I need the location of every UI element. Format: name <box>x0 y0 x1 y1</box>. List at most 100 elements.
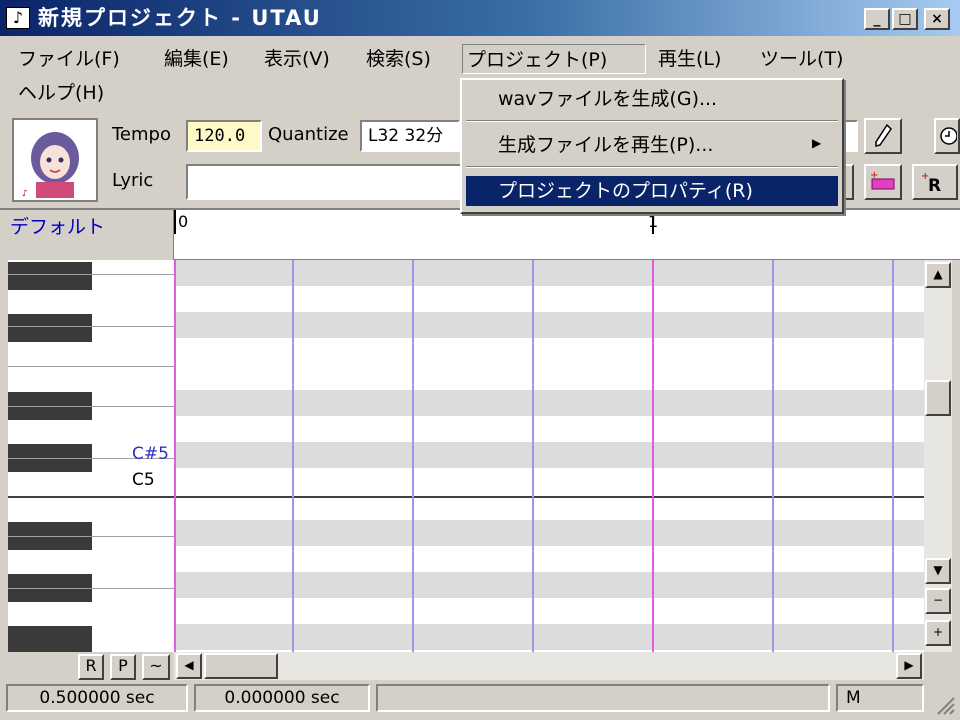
resize-grip-lines <box>937 697 955 715</box>
beat-line <box>412 260 414 652</box>
beat-line <box>892 260 894 652</box>
grid-row[interactable] <box>174 520 924 546</box>
black-key[interactable] <box>8 314 92 342</box>
grid-row[interactable] <box>174 338 924 364</box>
horizontal-scroll-thumb[interactable] <box>204 653 278 679</box>
zoom-out-vertical-button[interactable]: − <box>925 588 951 614</box>
grid-row[interactable] <box>174 364 924 390</box>
grid-row[interactable] <box>174 468 924 494</box>
quantize-label: Quantize <box>268 124 349 145</box>
ruler-mark-0: 0 <box>178 212 189 231</box>
lyric-input[interactable] <box>186 164 462 200</box>
voicebank-avatar[interactable]: ♪ <box>12 118 98 202</box>
key-divider <box>8 536 174 537</box>
window-title: 新規プロジェクト - UTAU <box>38 6 322 30</box>
menu-item-project-properties[interactable]: プロジェクトのプロパティ(R) <box>466 176 838 206</box>
ruler-mark-1: 1 <box>648 212 659 231</box>
pencil-icon <box>875 123 892 147</box>
grid-row[interactable] <box>174 286 924 312</box>
menu-file[interactable]: ファイル(F) <box>14 44 124 74</box>
character-portrait-icon: ♪ <box>22 132 79 199</box>
scroll-down-button[interactable]: ▼ <box>925 558 951 584</box>
grid-row[interactable] <box>174 572 924 598</box>
grid-row[interactable] <box>174 390 924 416</box>
vertical-scroll-thumb[interactable] <box>925 380 951 416</box>
key-divider <box>8 588 174 589</box>
minimize-button[interactable]: _ <box>864 8 890 30</box>
black-key[interactable] <box>8 262 92 290</box>
black-key[interactable] <box>8 626 92 652</box>
menu-separator <box>466 120 838 122</box>
menu-tools[interactable]: ツール(T) <box>756 44 847 74</box>
resize-grip-icon[interactable] <box>930 690 956 716</box>
octave-divider <box>8 496 174 498</box>
key-divider <box>8 326 174 327</box>
grid-row[interactable] <box>174 416 924 442</box>
menu-help[interactable]: ヘルプ(H) <box>14 78 108 108</box>
svg-text:R: R <box>928 176 941 195</box>
tempo-label: Tempo <box>112 124 171 145</box>
menu-separator <box>466 166 838 168</box>
beat-line <box>532 260 534 652</box>
menu-view[interactable]: 表示(V) <box>260 44 334 74</box>
bar-line <box>174 260 176 652</box>
menu-play[interactable]: 再生(L) <box>654 44 725 74</box>
scroll-right-button[interactable]: ▶ <box>896 653 922 679</box>
add-note-button[interactable]: + <box>864 164 902 200</box>
key-label-csharp5: C#5 <box>132 444 169 464</box>
add-rest-icon: + R <box>921 171 941 196</box>
grid-row[interactable] <box>174 260 924 286</box>
beat-line <box>772 260 774 652</box>
status-mode: M <box>836 684 924 712</box>
status-message <box>376 684 830 712</box>
grid-row[interactable] <box>174 546 924 572</box>
clock-icon <box>940 127 958 145</box>
key-divider <box>8 366 174 367</box>
grid-row[interactable] <box>174 312 924 338</box>
pencil-tool-button[interactable] <box>864 118 902 154</box>
horizontal-scrollbar[interactable]: ◀ ▶ <box>174 652 924 680</box>
menu-item-generate-wav[interactable]: wavファイルを生成(G)... <box>466 84 838 114</box>
clock-tool-button[interactable] <box>934 118 960 154</box>
arrow-right-icon: ▶ <box>812 136 822 150</box>
status-length: 0.500000 sec <box>6 684 188 712</box>
zoom-in-vertical-button[interactable]: + <box>925 620 951 646</box>
tab-p[interactable]: P <box>110 654 136 680</box>
svg-text:+: + <box>870 170 878 181</box>
vertical-scrollbar[interactable]: ▲ ▼ − + <box>924 260 952 652</box>
status-position: 0.000000 sec <box>194 684 370 712</box>
svg-text:♪: ♪ <box>22 189 28 199</box>
key-label-c5: C5 <box>132 470 155 490</box>
piano-keyboard[interactable]: C#5 C5 <box>8 260 174 652</box>
tempo-input[interactable]: 120.0 <box>186 120 262 152</box>
note-grid[interactable] <box>174 260 924 652</box>
grid-row[interactable] <box>174 624 924 650</box>
close-button[interactable]: × <box>924 8 950 30</box>
grid-row[interactable] <box>174 598 924 624</box>
project-menu-dropdown: wavファイルを生成(G)... 生成ファイルを再生(P)... ▶ プロジェク… <box>460 78 844 214</box>
beat-line <box>292 260 294 652</box>
menu-item-play-generated[interactable]: 生成ファイルを再生(P)... <box>466 130 838 160</box>
octave-line <box>174 496 924 498</box>
grid-row[interactable] <box>174 442 924 468</box>
quantize-select[interactable]: L32 32分 <box>360 120 460 152</box>
menu-edit[interactable]: 編集(E) <box>160 44 233 74</box>
menu-project[interactable]: プロジェクト(P) <box>462 44 646 74</box>
scroll-up-button[interactable]: ▲ <box>925 262 951 288</box>
tab-r[interactable]: R <box>78 654 104 680</box>
time-ruler[interactable]: 0 1 <box>174 210 960 260</box>
ruler-tick <box>174 210 176 234</box>
toolbar-field-edge[interactable] <box>842 120 858 152</box>
music-note-icon[interactable]: ♪ <box>6 7 30 29</box>
bar-line <box>652 260 654 652</box>
maximize-button[interactable]: □ <box>892 8 918 30</box>
lyric-label: Lyric <box>112 170 154 191</box>
add-note-icon: + <box>870 170 895 190</box>
key-divider <box>8 406 174 407</box>
track-name: デフォルト <box>10 216 106 238</box>
menu-search[interactable]: 検索(S) <box>362 44 435 74</box>
add-rest-button[interactable]: + R <box>912 164 958 200</box>
key-divider <box>8 274 174 275</box>
scroll-left-button[interactable]: ◀ <box>176 653 202 679</box>
tab-tilde[interactable]: ~ <box>142 654 170 680</box>
